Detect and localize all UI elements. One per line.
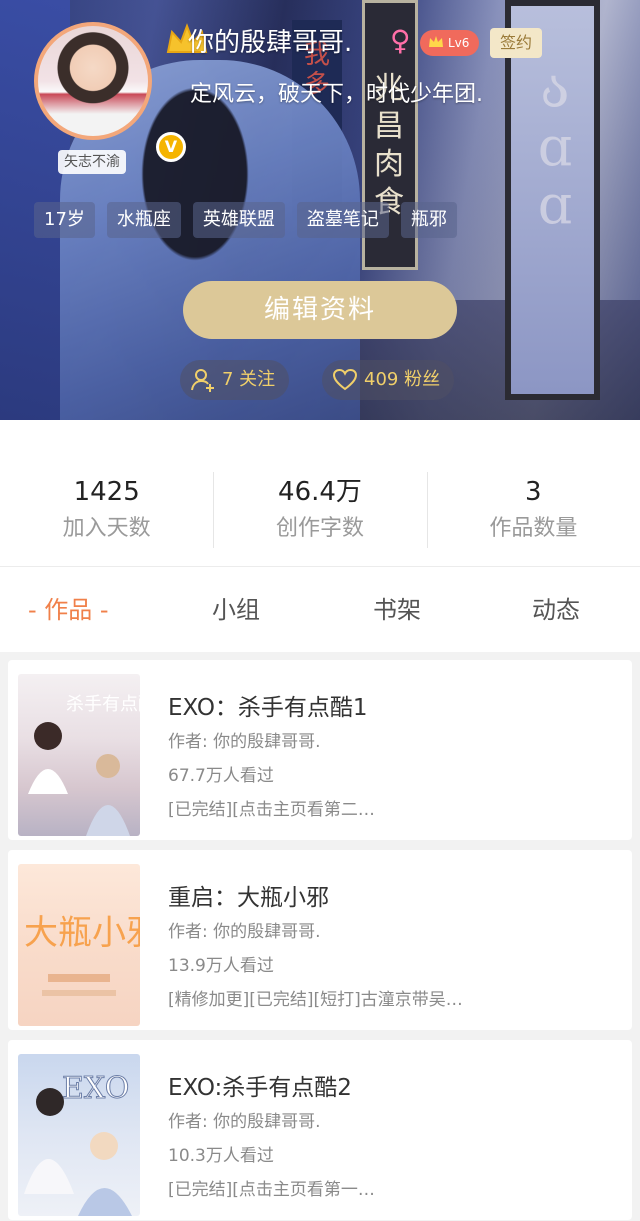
following-count: 7 关注 bbox=[222, 369, 276, 390]
work-author: 作者: 你的殷肆哥哥. bbox=[168, 732, 321, 752]
tag-item[interactable]: 盗墓笔记 bbox=[296, 202, 389, 238]
work-cover[interactable]: 杀手有点酷 bbox=[18, 674, 140, 836]
work-card[interactable]: 杀手有点酷 EXO：杀手有点酷1 作者: 你的殷肆哥哥. 67.7万人看过 [已… bbox=[8, 660, 632, 840]
work-cover[interactable]: EXO bbox=[18, 1054, 140, 1216]
stat-value: 1425 bbox=[73, 477, 140, 507]
tab-bookshelf[interactable]: 书架 bbox=[373, 567, 421, 653]
work-description: [已完结][点击主页看第一… bbox=[168, 1180, 375, 1200]
work-views: 13.9万人看过 bbox=[168, 956, 274, 976]
verified-badge-icon: V bbox=[156, 132, 186, 162]
cover-art: EXO bbox=[24, 1071, 132, 1216]
tab-works[interactable]: - 作品 - bbox=[28, 567, 109, 653]
stat-label: 作品数量 bbox=[489, 516, 578, 541]
motto-badge: 矢志不渝 bbox=[58, 150, 126, 174]
tab-activity[interactable]: 动态 bbox=[532, 567, 580, 653]
username: 你的殷肆哥哥. bbox=[188, 28, 353, 58]
avatar[interactable] bbox=[34, 22, 152, 140]
signed-badge: 签约 bbox=[490, 28, 543, 58]
following-button[interactable]: 7 关注 bbox=[180, 360, 290, 400]
tag-list: 17岁 水瓶座 英雄联盟 盗墓笔记 瓶邪 bbox=[34, 202, 457, 238]
work-description: [精修加更][已完结][短打]古潼京带吴… bbox=[168, 990, 463, 1010]
work-card[interactable]: EXO EXO:杀手有点酷2 作者: 你的殷肆哥哥. 10.3万人看过 [已完结… bbox=[8, 1040, 632, 1220]
work-author: 作者: 你的殷肆哥哥. bbox=[168, 1112, 321, 1132]
background-door-lettering: აɑɑ bbox=[537, 57, 573, 236]
tag-item[interactable]: 瓶邪 bbox=[400, 202, 457, 238]
work-card[interactable]: 大瓶小邪 重启：大瓶小邪 作者: 你的殷肆哥哥. 13.9万人看过 [精修加更]… bbox=[8, 850, 632, 1030]
user-add-icon bbox=[191, 369, 214, 392]
edit-profile-button[interactable]: 编辑资料 bbox=[183, 281, 457, 339]
work-views: 10.3万人看过 bbox=[168, 1146, 274, 1166]
work-title[interactable]: 重启：大瓶小邪 bbox=[168, 882, 329, 914]
level-badge: Lv6 bbox=[420, 30, 480, 56]
work-cover[interactable]: 大瓶小邪 bbox=[18, 864, 140, 1026]
stat-label: 加入天数 bbox=[62, 516, 151, 541]
stats-bar: 1425 加入天数 46.4万 创作字数 3 作品数量 bbox=[0, 420, 640, 566]
stat-label: 创作字数 bbox=[275, 516, 364, 541]
cover-title: 杀手有点酷 bbox=[66, 694, 140, 715]
stat-word-count: 46.4万 创作字数 bbox=[213, 420, 426, 566]
tab-groups[interactable]: 小组 bbox=[212, 567, 260, 653]
tag-item[interactable]: 17岁 bbox=[34, 202, 95, 238]
avatar-container[interactable]: V bbox=[34, 22, 208, 162]
stat-work-count: 3 作品数量 bbox=[426, 420, 640, 566]
stat-days-joined: 1425 加入天数 bbox=[0, 420, 213, 566]
cover-title: 大瓶小邪 bbox=[24, 913, 140, 953]
level-text: Lv6 bbox=[448, 36, 470, 50]
profile-tabs: - 作品 - 小组 书架 动态 bbox=[0, 566, 640, 652]
work-views: 67.7万人看过 bbox=[168, 766, 274, 786]
cover-art: 杀手有点酷 bbox=[28, 694, 140, 836]
cover-art: 大瓶小邪 bbox=[24, 913, 140, 996]
tag-item[interactable]: 英雄联盟 bbox=[192, 202, 285, 238]
work-description: [已完结][点击主页看第二… bbox=[168, 800, 375, 820]
heart-icon bbox=[332, 368, 358, 391]
stat-value: 3 bbox=[525, 477, 542, 507]
fans-button[interactable]: 409 粉丝 bbox=[322, 360, 455, 400]
female-icon: ♀ bbox=[390, 24, 411, 57]
cover-title: EXO bbox=[62, 1071, 129, 1106]
work-author: 作者: 你的殷肆哥哥. bbox=[168, 922, 321, 942]
bio-text: 定风云，破天下，时代少年团. bbox=[190, 82, 483, 107]
fans-count: 409 粉丝 bbox=[364, 369, 441, 390]
work-title[interactable]: EXO:杀手有点酷2 bbox=[168, 1072, 352, 1104]
works-list: 杀手有点酷 EXO：杀手有点酷1 作者: 你的殷肆哥哥. 67.7万人看过 [已… bbox=[0, 652, 640, 1221]
crown-small-icon bbox=[429, 36, 443, 47]
profile-header: 我多 兆昌肉食 აɑɑ V 矢志不渝 你的殷肆哥哥. ♀ Lv6 签约 定风云，… bbox=[0, 0, 640, 420]
tag-item[interactable]: 水瓶座 bbox=[106, 202, 181, 238]
work-title[interactable]: EXO：杀手有点酷1 bbox=[168, 692, 368, 724]
stat-value: 46.4万 bbox=[278, 477, 362, 507]
